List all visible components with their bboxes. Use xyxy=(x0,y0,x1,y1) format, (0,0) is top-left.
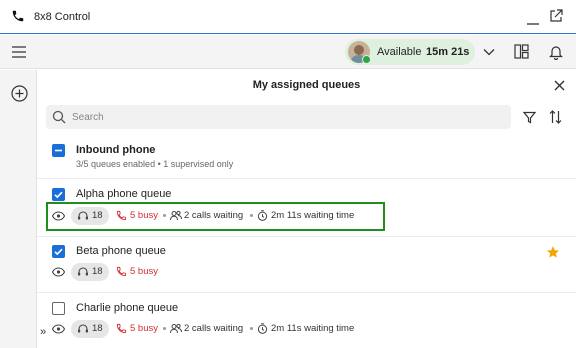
eye-icon xyxy=(52,267,65,277)
calls-waiting-icon xyxy=(170,323,182,334)
divider xyxy=(37,292,576,293)
title-bar: 8x8 Control xyxy=(0,0,576,34)
busy-count: 5 busy xyxy=(130,323,158,334)
busy-count: 5 busy xyxy=(130,266,158,277)
app-header: Available 15m 21s xyxy=(0,35,576,69)
menu-icon[interactable] xyxy=(12,46,26,58)
queue-name: Beta phone queue xyxy=(76,245,166,257)
divider xyxy=(37,236,576,237)
star-icon[interactable] xyxy=(546,245,560,259)
status-dot xyxy=(362,55,371,64)
eye-icon xyxy=(52,324,65,334)
panel-title: My assigned queues xyxy=(252,79,361,91)
group-subtitle: 3/5 queues enabled • 1 supervised only xyxy=(76,159,234,169)
chevron-down-icon[interactable] xyxy=(483,46,495,58)
group-checkbox[interactable] xyxy=(52,144,65,157)
search-input[interactable] xyxy=(72,108,492,126)
bell-icon[interactable] xyxy=(549,44,563,60)
queue-checkbox[interactable] xyxy=(52,302,65,315)
close-icon[interactable] xyxy=(554,80,565,91)
group-name: Inbound phone xyxy=(76,144,156,156)
agents-count: 18 xyxy=(92,266,103,277)
queue-stats: 18 5 busy xyxy=(52,263,192,281)
sort-icon[interactable] xyxy=(549,110,562,124)
separator-dot xyxy=(163,327,166,330)
divider xyxy=(37,178,576,179)
timer-icon xyxy=(257,323,268,334)
search-icon xyxy=(52,110,66,124)
phone-icon xyxy=(12,10,24,22)
agents-badge: 18 xyxy=(71,263,109,281)
add-icon[interactable] xyxy=(11,85,28,102)
queue-stats: 18 5 busy 2 calls waiting 2m 11s waiting… xyxy=(52,320,382,338)
calls-waiting: 2 calls waiting xyxy=(184,323,244,334)
status-selector[interactable]: Available 15m 21s xyxy=(345,39,475,65)
agents-count: 18 xyxy=(92,323,103,334)
phone-busy-icon xyxy=(116,323,127,334)
left-rail xyxy=(0,70,37,348)
search-bar xyxy=(46,105,511,129)
agents-badge: 18 xyxy=(71,320,109,338)
layout-icon[interactable] xyxy=(514,44,529,59)
phone-busy-icon xyxy=(116,266,127,277)
separator-dot xyxy=(250,327,253,330)
waiting-time: 2m 11s waiting time xyxy=(271,323,355,334)
headset-icon xyxy=(78,267,88,276)
expand-rail-button[interactable]: » xyxy=(40,326,46,338)
filter-icon[interactable] xyxy=(523,111,536,124)
queue-checkbox[interactable] xyxy=(52,245,65,258)
app-title: 8x8 Control xyxy=(34,11,91,23)
status-label: Available xyxy=(377,46,422,58)
highlight-box xyxy=(46,202,385,231)
queue-name: Alpha phone queue xyxy=(76,188,172,200)
queue-checkbox[interactable] xyxy=(52,188,65,201)
headset-icon xyxy=(78,324,88,333)
queue-name: Charlie phone queue xyxy=(76,302,179,314)
minimize-icon[interactable] xyxy=(526,12,540,26)
popout-icon[interactable] xyxy=(549,9,563,23)
status-timer: 15m 21s xyxy=(426,46,470,58)
